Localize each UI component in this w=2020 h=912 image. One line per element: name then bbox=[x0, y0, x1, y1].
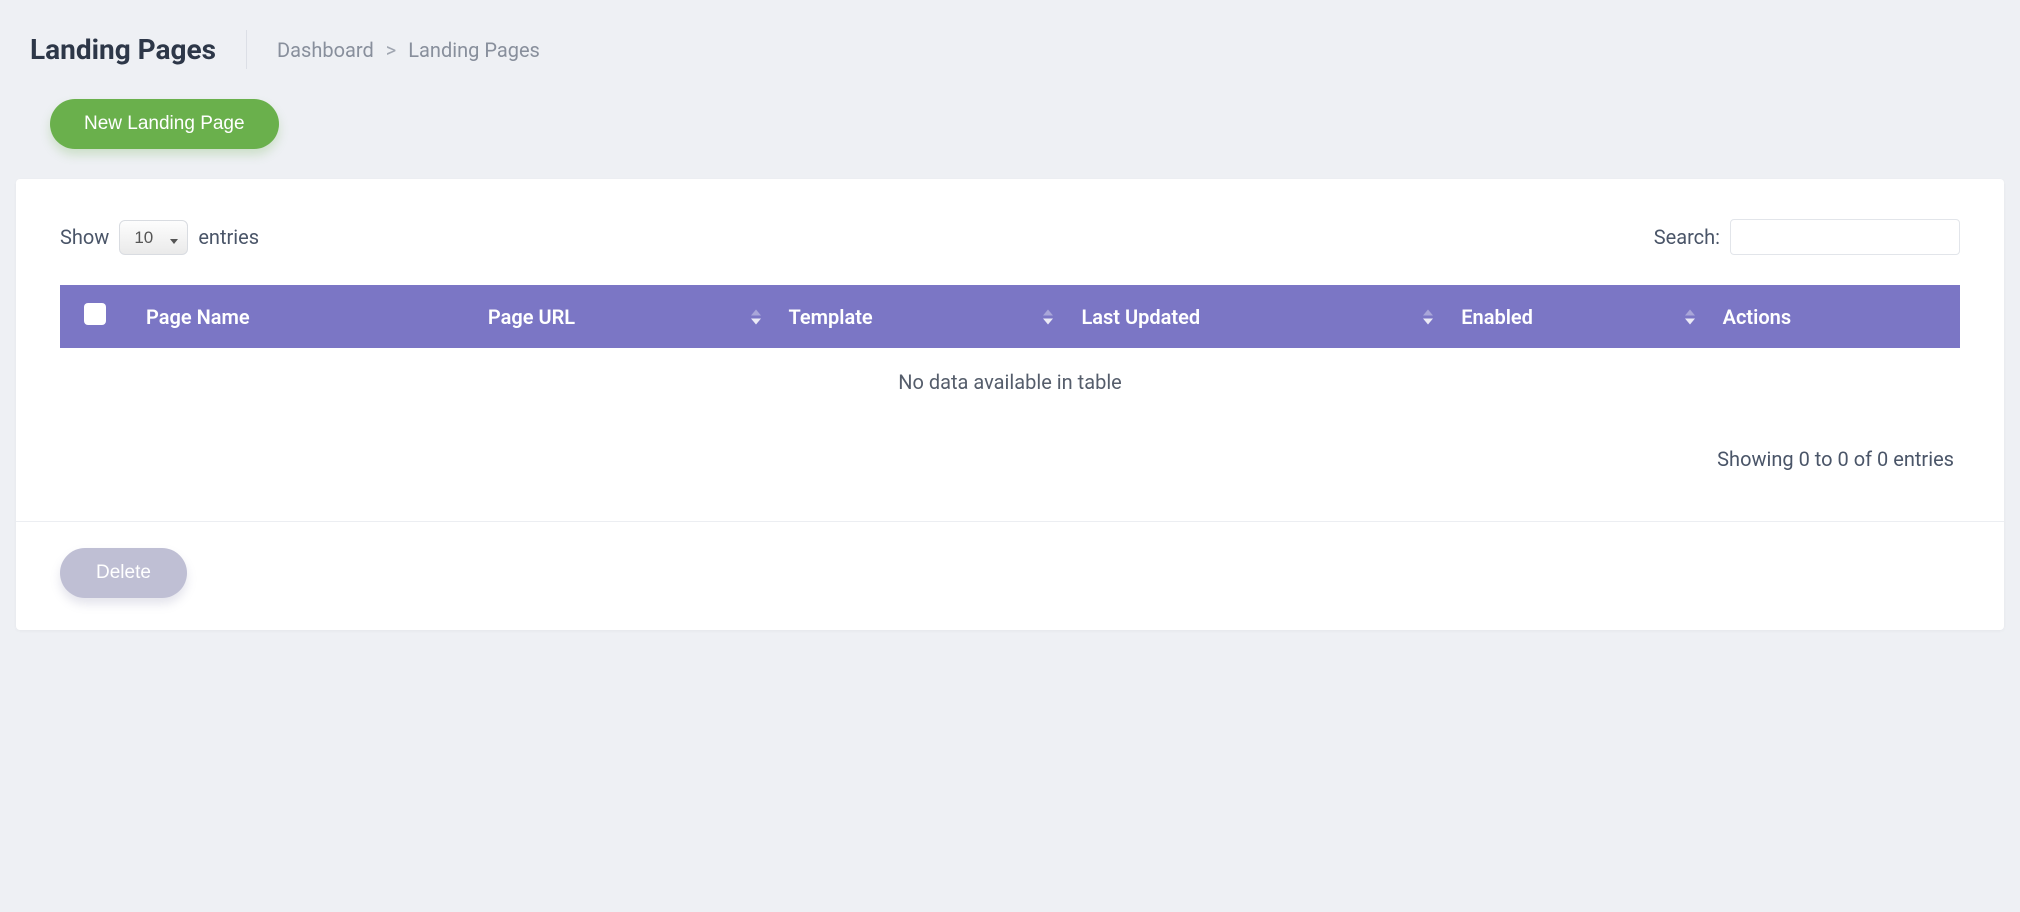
sort-icon bbox=[1043, 309, 1053, 324]
select-all-checkbox[interactable] bbox=[84, 303, 106, 325]
column-header-actions: Actions bbox=[1707, 285, 1960, 348]
empty-message: No data available in table bbox=[60, 348, 1960, 417]
length-suffix-label: entries bbox=[198, 225, 259, 249]
sort-icon bbox=[1423, 309, 1433, 324]
table-controls: Show 10 entries Search: bbox=[60, 219, 1960, 255]
page-header: Landing Pages Dashboard > Landing Pages bbox=[30, 30, 1990, 69]
column-header-select bbox=[60, 285, 130, 348]
length-prefix-label: Show bbox=[60, 225, 109, 249]
column-label-last-updated: Last Updated bbox=[1081, 305, 1200, 329]
search-input[interactable] bbox=[1730, 219, 1960, 255]
entries-length-control: Show 10 entries bbox=[60, 220, 259, 255]
breadcrumb-item-current: Landing Pages bbox=[408, 38, 540, 62]
column-header-page-name[interactable]: Page Name bbox=[130, 285, 472, 348]
delete-button[interactable]: Delete bbox=[60, 548, 187, 598]
table-info: Showing 0 to 0 of 0 entries bbox=[60, 417, 1960, 491]
column-header-page-url[interactable]: Page URL bbox=[472, 285, 773, 348]
column-label-template: Template bbox=[789, 305, 873, 329]
column-header-enabled[interactable]: Enabled bbox=[1445, 285, 1706, 348]
breadcrumb-item-dashboard[interactable]: Dashboard bbox=[277, 38, 374, 62]
column-header-last-updated[interactable]: Last Updated bbox=[1065, 285, 1445, 348]
column-label-enabled: Enabled bbox=[1461, 305, 1533, 329]
column-label-page-url: Page URL bbox=[488, 305, 575, 329]
landing-pages-table: Page Name Page URL Template bbox=[60, 285, 1960, 417]
breadcrumb: Dashboard > Landing Pages bbox=[247, 38, 540, 62]
landing-pages-card: Show 10 entries Search: bbox=[16, 179, 2004, 630]
column-label-page-name: Page Name bbox=[146, 305, 250, 329]
page-title: Landing Pages bbox=[30, 30, 247, 69]
search-label: Search: bbox=[1654, 225, 1720, 249]
sort-icon bbox=[751, 309, 761, 324]
new-landing-page-button[interactable]: New Landing Page bbox=[50, 99, 279, 149]
column-header-template[interactable]: Template bbox=[773, 285, 1066, 348]
sort-icon bbox=[1685, 309, 1695, 324]
search-control: Search: bbox=[1654, 219, 1960, 255]
table-row-empty: No data available in table bbox=[60, 348, 1960, 417]
entries-length-select[interactable]: 10 bbox=[119, 220, 188, 255]
chevron-right-icon: > bbox=[386, 38, 396, 62]
column-label-actions: Actions bbox=[1723, 305, 1791, 329]
